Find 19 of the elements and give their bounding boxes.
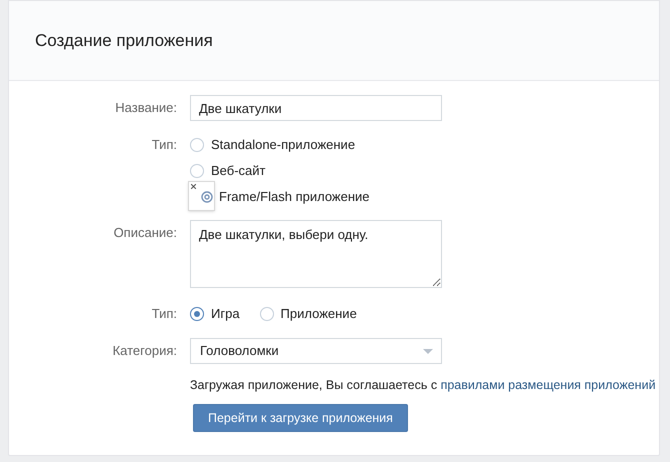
field-label: Название: bbox=[114, 99, 178, 117]
page-title: Создание приложения bbox=[35, 30, 214, 52]
agreement-text: Загружая приложение, Вы соглашаетесь с правилами размещения приложений bbox=[190, 377, 656, 394]
close-icon bbox=[191, 184, 196, 189]
radio-option[interactable]: Frame/Flash приложение bbox=[190, 184, 370, 210]
field-label: Описание: bbox=[112, 224, 178, 242]
field-label: Категория: bbox=[112, 342, 178, 360]
field-label: Тип: bbox=[150, 305, 178, 323]
upload-button[interactable]: Перейти к загрузке приложения bbox=[193, 404, 408, 432]
radio-option[interactable]: Standalone-приложение bbox=[190, 132, 370, 158]
description-text-field[interactable]: Две шкатулки, выбери одну. bbox=[190, 220, 442, 288]
name-input-field[interactable]: Две шкатулки bbox=[190, 95, 442, 121]
radio-option[interactable]: Игра bbox=[190, 301, 240, 327]
caret-icon bbox=[423, 348, 433, 354]
category-dropdown[interactable]: Головоломки bbox=[190, 338, 442, 364]
radio-option[interactable]: Приложение bbox=[260, 301, 357, 327]
field-label: Тип: bbox=[150, 136, 178, 154]
radio-option[interactable]: Веб-сайт bbox=[190, 158, 370, 184]
rules-link[interactable]: правилами размещения приложений bbox=[440, 378, 656, 392]
